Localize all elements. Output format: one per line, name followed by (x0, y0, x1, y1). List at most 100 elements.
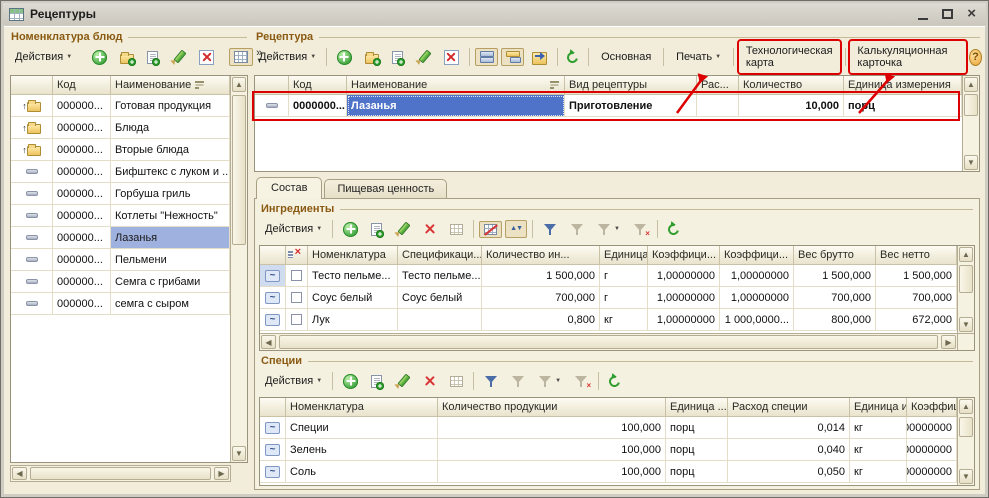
col-header-quantity[interactable]: Количество ин... (482, 246, 600, 265)
vertical-scrollbar[interactable]: ▲ ▼ (962, 76, 979, 171)
col-header-coeff[interactable]: Коэффициент (907, 398, 957, 417)
hierarchy-view-button[interactable] (501, 48, 524, 66)
row-checkbox[interactable] (291, 292, 302, 303)
add-button[interactable] (332, 47, 357, 68)
save-disabled-button[interactable] (445, 373, 468, 390)
add-group-button[interactable] (115, 48, 139, 67)
vertical-scrollbar[interactable]: ▲ ▼ (230, 76, 247, 462)
col-header-unit[interactable]: Единица (600, 246, 648, 265)
actions-menu-button[interactable]: Действия ▼ (254, 48, 321, 66)
scroll-up-button[interactable]: ▲ (964, 77, 978, 92)
col-header-ras[interactable]: Рас... (697, 76, 739, 95)
add-button[interactable] (338, 371, 363, 392)
toggle-markup-button[interactable] (479, 221, 502, 238)
table-row[interactable]: 000000... семга с сыром (11, 293, 230, 315)
col-header-unit[interactable]: Единица измерения (844, 76, 962, 95)
col-header-flag[interactable] (286, 246, 308, 265)
col-header-coeff2[interactable]: Коэффици... (720, 246, 794, 265)
delete-button[interactable] (418, 371, 442, 391)
col-header-coeff1[interactable]: Коэффици... (648, 246, 720, 265)
col-header-nomenclature[interactable]: Номенклатура (308, 246, 398, 265)
main-button[interactable]: Основная (594, 47, 658, 67)
table-row[interactable]: ↑ 000000... Вторые блюда (11, 139, 230, 161)
scroll-down-button[interactable]: ▼ (232, 446, 246, 461)
actions-menu-button[interactable]: Действия ▼ (10, 48, 77, 66)
table-row[interactable]: ~ Специи 100,000 порц 0,014 кг 1,0000000… (260, 417, 957, 439)
tech-card-button[interactable]: Технологическая карта (739, 41, 840, 73)
tab-nutrition[interactable]: Пищевая ценность (324, 179, 447, 199)
table-row[interactable]: ~ Соль 100,000 порц 0,050 кг 1,00000000 (260, 461, 957, 483)
col-header-tree-icon[interactable] (11, 76, 53, 95)
edit-button[interactable] (166, 47, 191, 67)
table-row[interactable]: 000000... Котлеты "Нежность" (11, 205, 230, 227)
filter-button-disabled[interactable] (565, 220, 589, 239)
col-header-product-qty[interactable]: Количество продукции (438, 398, 666, 417)
copy-button[interactable] (366, 220, 387, 239)
set-filter-button[interactable] (538, 220, 562, 239)
scroll-thumb[interactable] (30, 467, 211, 480)
table-row[interactable]: ~ Тесто пельме... Тесто пельме... 1 500,… (260, 265, 957, 287)
copy-button[interactable] (366, 372, 387, 391)
scroll-left-button[interactable]: ◀ (12, 467, 27, 480)
scroll-right-button[interactable]: ▶ (941, 335, 956, 349)
col-header-unit[interactable]: Единица ... (666, 398, 728, 417)
add-group-button[interactable] (360, 48, 384, 67)
table-row[interactable]: ~ Зелень 100,000 порц 0,040 кг 1,0000000… (260, 439, 957, 461)
copy-button[interactable] (142, 48, 163, 67)
col-header-name[interactable]: Наименование (111, 76, 230, 95)
scroll-thumb[interactable] (959, 417, 973, 437)
list-view-button[interactable] (475, 48, 498, 66)
filter-button-disabled[interactable] (506, 372, 530, 391)
horizontal-scrollbar[interactable]: ◀ ▶ (260, 333, 957, 350)
maximize-button[interactable] (942, 9, 953, 19)
col-header-code[interactable]: Код (289, 76, 347, 95)
table-row[interactable]: ~ Лук 0,800 кг 1,00000000 1 000,0000... … (260, 309, 957, 331)
col-header-gross[interactable]: Вес брутто (794, 246, 876, 265)
minimize-button[interactable] (918, 18, 928, 20)
scroll-thumb[interactable] (959, 265, 973, 293)
col-header-row-icon[interactable] (260, 398, 286, 417)
add-button[interactable] (87, 47, 112, 68)
col-header-quantity[interactable]: Количество (739, 76, 844, 95)
tab-composition[interactable]: Состав (256, 177, 322, 199)
save-disabled-button[interactable] (445, 221, 468, 238)
table-row[interactable]: ↑ 000000... Готовая продукция (11, 95, 230, 117)
tree-view-toggle-button[interactable] (229, 48, 253, 66)
table-row[interactable]: 000000... Семга с грибами (11, 271, 230, 293)
table-row[interactable]: 000000... Бифштекс с луком и ... (11, 161, 230, 183)
move-item-button[interactable] (527, 47, 552, 68)
col-header-consumption[interactable]: Расход специи (728, 398, 850, 417)
col-header-code[interactable]: Код (53, 76, 111, 95)
scroll-thumb[interactable] (964, 94, 978, 116)
col-header-net[interactable]: Вес нетто (876, 246, 957, 265)
scroll-down-button[interactable]: ▼ (959, 469, 973, 484)
row-checkbox[interactable] (291, 270, 302, 281)
scroll-down-button[interactable]: ▼ (964, 155, 978, 170)
vertical-scrollbar[interactable]: ▲ ▼ (957, 398, 974, 485)
actions-menu-button[interactable]: Действия ▼ (260, 220, 327, 238)
edit-button[interactable] (390, 219, 415, 239)
scroll-down-button[interactable]: ▼ (959, 317, 973, 332)
print-menu-button[interactable]: Печать ▼ (669, 47, 728, 67)
help-button[interactable]: ? (969, 49, 982, 66)
table-row[interactable]: ~ Соус белый Соус белый 700,000 г 1,0000… (260, 287, 957, 309)
clear-filter-button-disabled[interactable]: × (569, 372, 593, 391)
scroll-thumb[interactable] (232, 95, 246, 245)
scroll-right-button[interactable]: ▶ (214, 467, 229, 480)
set-filter-button[interactable] (479, 372, 503, 391)
col-header-recipe-type[interactable]: Вид рецептуры (565, 76, 697, 95)
filter-menu-button-disabled[interactable]: ▼ (533, 372, 566, 391)
refresh-button[interactable] (663, 221, 684, 238)
delete-button[interactable] (439, 47, 464, 68)
delete-button[interactable] (194, 47, 219, 68)
add-button[interactable] (338, 219, 363, 240)
scroll-up-button[interactable]: ▲ (232, 77, 246, 92)
scroll-thumb[interactable] (279, 335, 938, 349)
toggle-autowidth-button[interactable]: ▲▼ (505, 220, 527, 238)
table-row[interactable]: 000000... Горбуша гриль (11, 183, 230, 205)
col-header-specification[interactable]: Спецификаци... (398, 246, 482, 265)
scroll-up-button[interactable]: ▲ (959, 247, 973, 262)
table-row[interactable]: 000000... Пельмени (11, 249, 230, 271)
edit-button[interactable] (390, 371, 415, 391)
table-row[interactable]: ↑ 000000... Блюда (11, 117, 230, 139)
